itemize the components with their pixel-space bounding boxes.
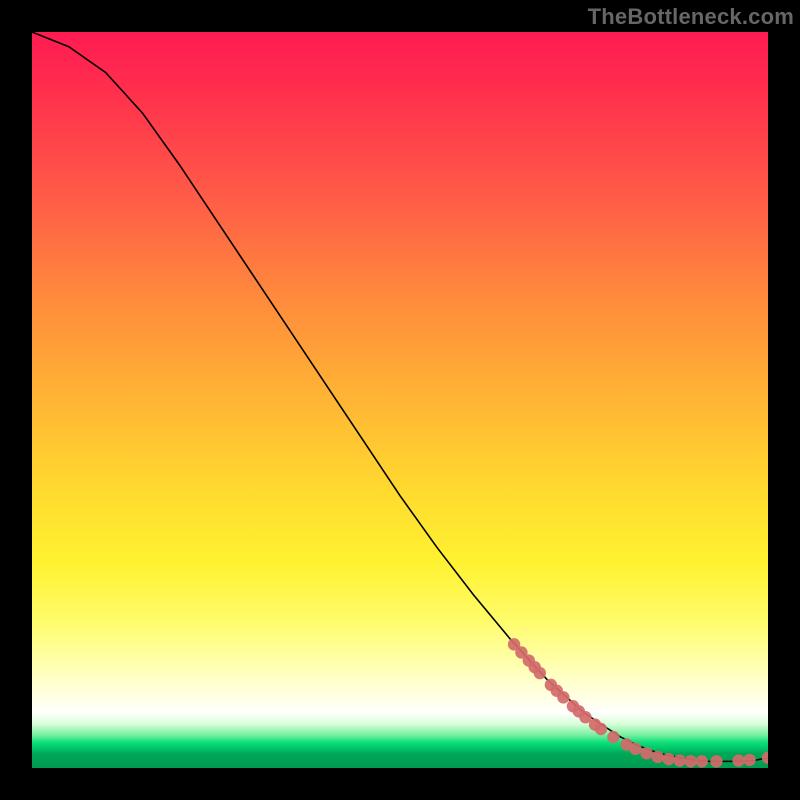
curve-marker [651,751,663,763]
bottleneck-curve [32,32,768,761]
curve-marker [762,752,768,764]
curve-marker [534,667,546,679]
curve-markers [508,638,768,767]
watermark-text: TheBottleneck.com [588,4,794,30]
curve-marker [673,754,685,766]
curve-marker [595,723,607,735]
chart-frame: TheBottleneck.com [0,0,800,800]
curve-marker [696,755,708,767]
curve-marker [743,754,755,766]
chart-svg [32,32,768,768]
plot-area [32,32,768,768]
curve-marker [629,743,641,755]
curve-marker [640,747,652,759]
curve-marker [662,753,674,765]
curve-marker [732,754,744,766]
curve-marker [685,755,697,767]
curve-marker [607,731,619,743]
curve-marker [557,691,569,703]
curve-marker [710,755,722,767]
